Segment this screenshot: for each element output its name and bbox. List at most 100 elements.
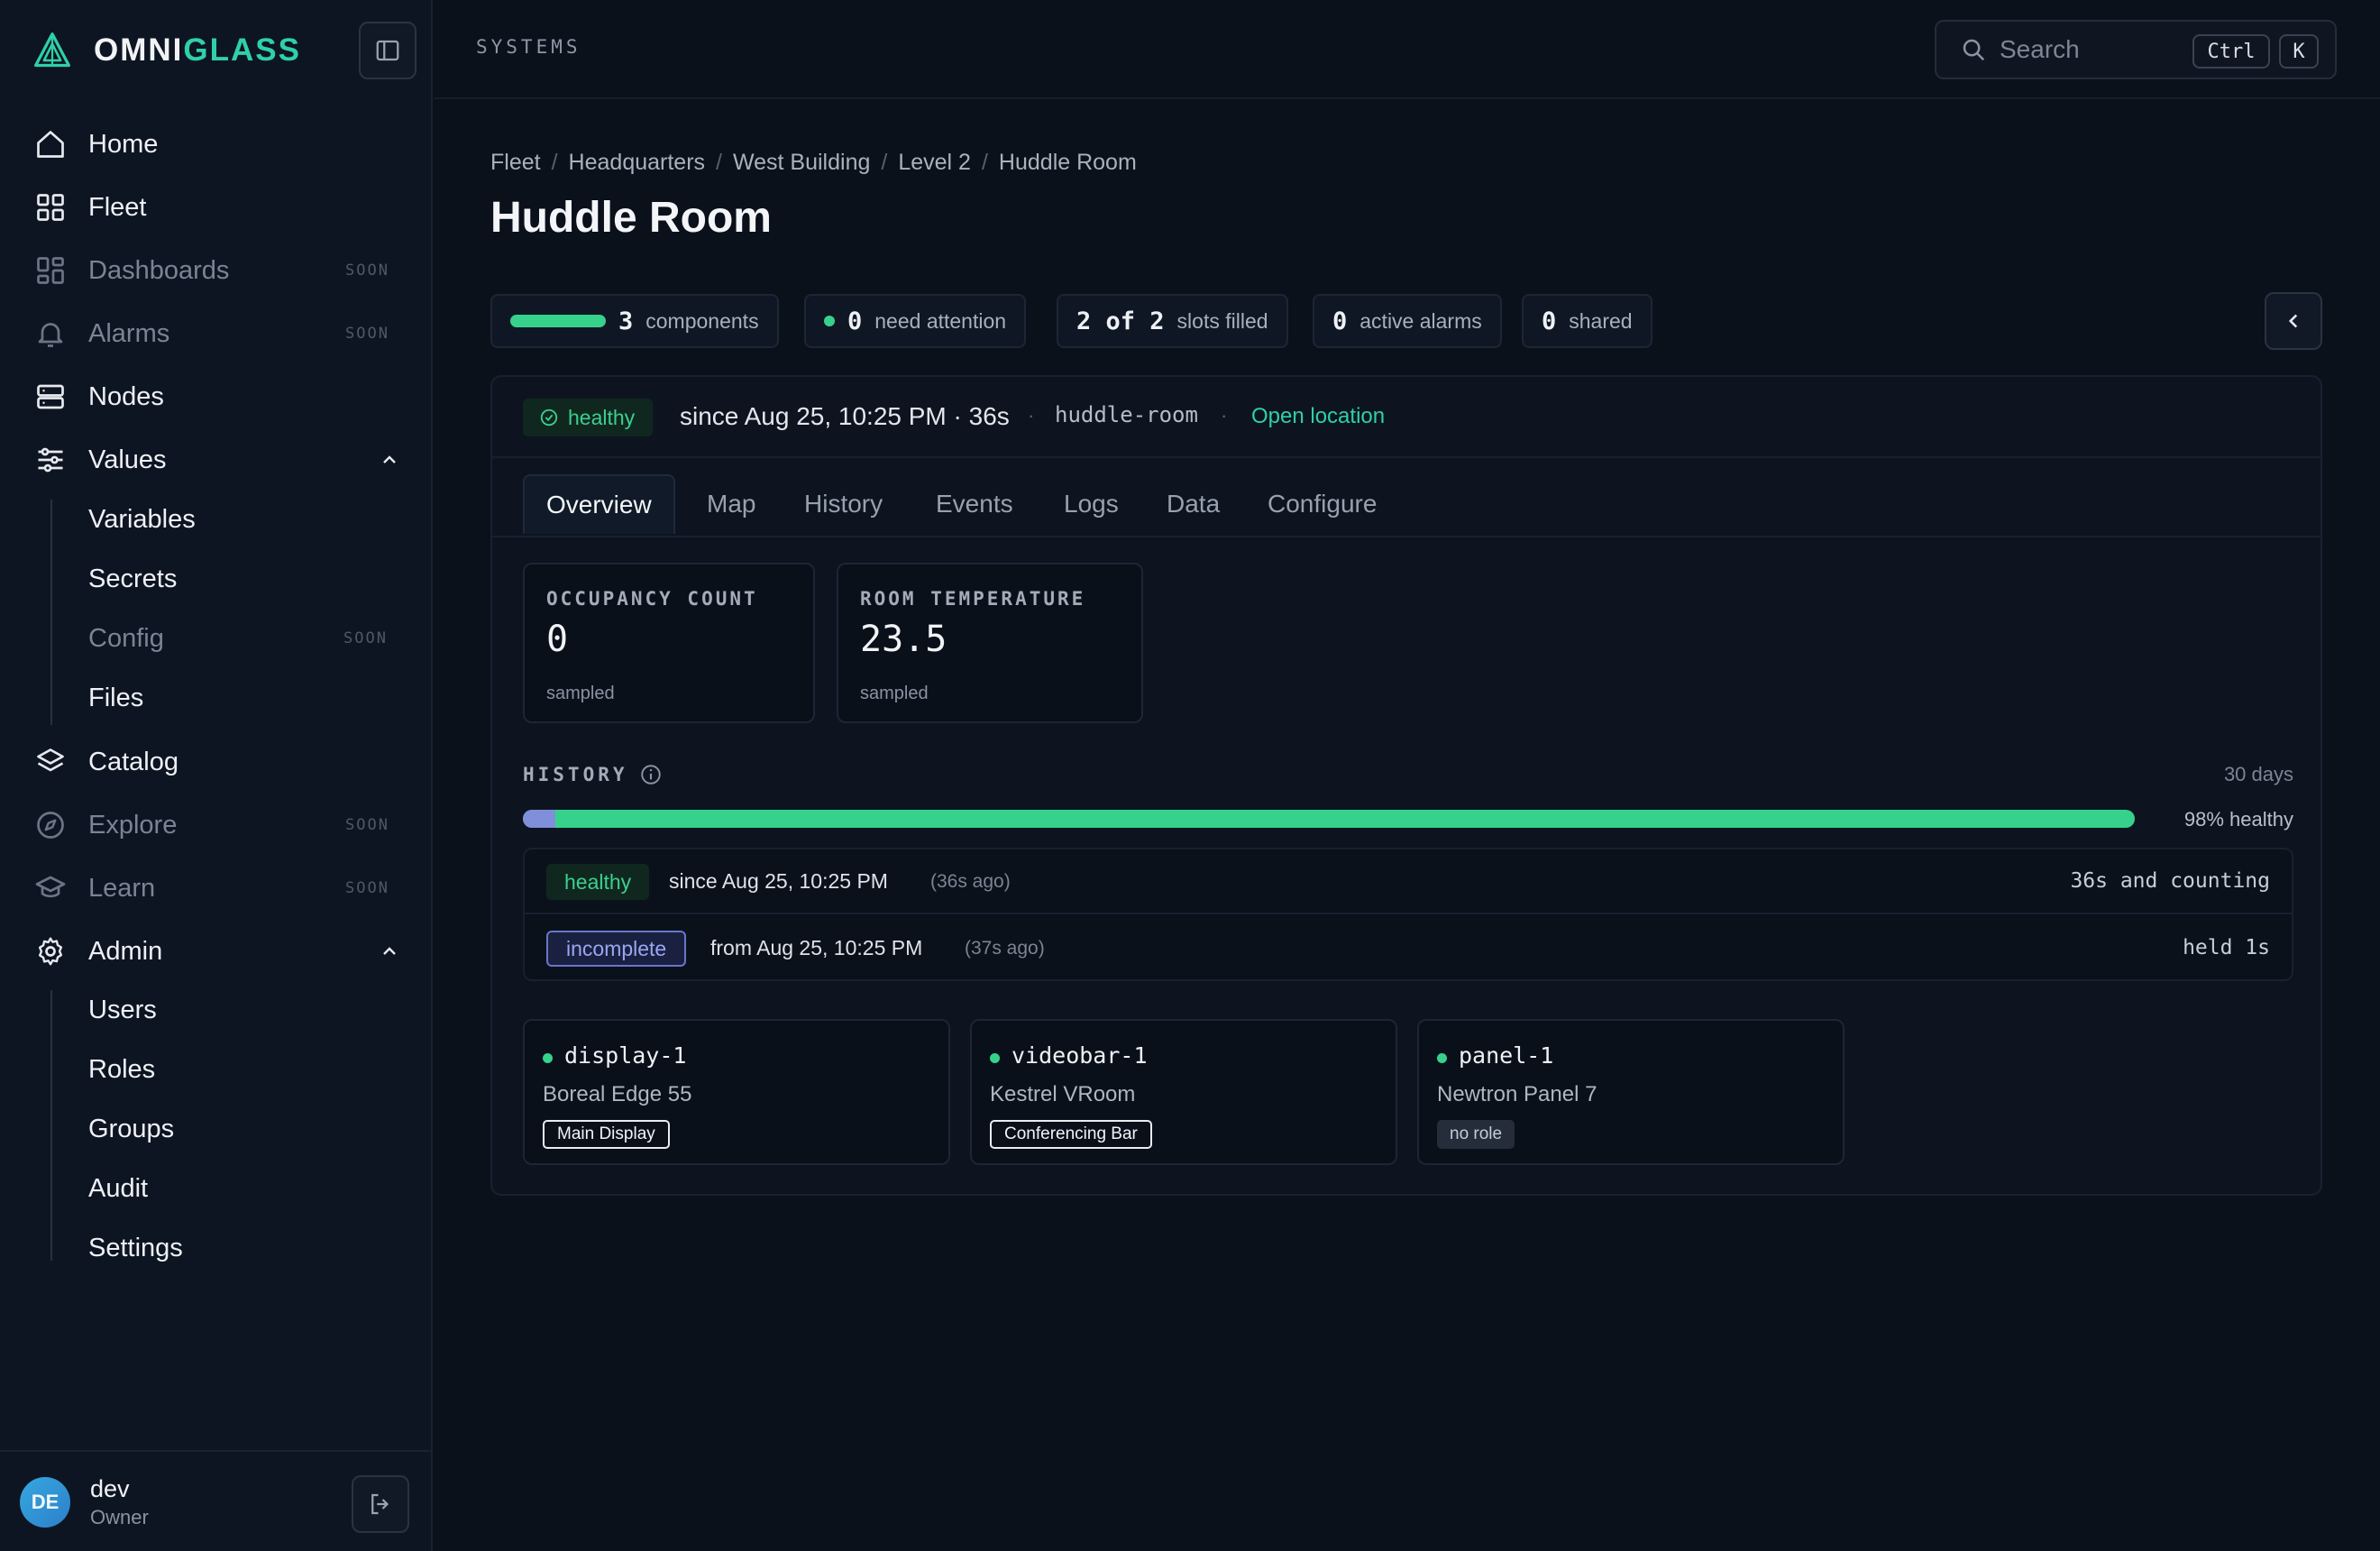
metric-sub: sampled <box>860 684 929 703</box>
sidebar-item-home[interactable]: Home <box>0 117 433 171</box>
tab-configure[interactable]: Configure <box>1268 474 1377 534</box>
metric-occupancy-count[interactable]: OCCUPANCY COUNT 0 sampled <box>523 563 815 723</box>
brand-logo[interactable]: OMNIGLASS <box>32 29 301 72</box>
sidebar-item-variables[interactable]: Variables <box>88 501 413 537</box>
sidebar-item-values[interactable]: Values <box>0 433 433 487</box>
user-name: dev <box>90 1475 130 1502</box>
sidebar-item-groups[interactable]: Groups <box>88 1111 413 1147</box>
sidebar-item-admin[interactable]: Admin <box>0 924 433 978</box>
shared-count: 0 <box>1542 307 1557 335</box>
logout-icon <box>371 1493 389 1515</box>
summary-shared: 0 shared <box>1522 294 1652 348</box>
sidebar-toggle-icon <box>376 40 399 61</box>
metric-room-temperature[interactable]: ROOM TEMPERATURE 23.5 sampled <box>837 563 1143 723</box>
avatar[interactable]: DE <box>20 1477 70 1528</box>
sidebar-item-label: Nodes <box>88 381 164 411</box>
breadcrumb-headquarters[interactable]: Headquarters <box>569 150 705 176</box>
compass-icon <box>37 812 64 839</box>
tab-logs[interactable]: Logs <box>1064 474 1119 534</box>
brand-name: OMNIGLASS <box>94 32 301 69</box>
sidebar-item-audit[interactable]: Audit <box>88 1170 413 1207</box>
timeline-row[interactable]: healthy since Aug 25, 10:25 PM (36s ago)… <box>525 849 2292 914</box>
status-dot <box>824 316 835 326</box>
metric-label: ROOM TEMPERATURE <box>860 588 1086 610</box>
sidebar-item-label: Explore <box>88 810 178 840</box>
tab-overview[interactable]: Overview <box>523 474 675 534</box>
component-name: panel-1 <box>1459 1042 1554 1069</box>
sidebar-item-catalog[interactable]: Catalog <box>0 735 433 789</box>
info-icon[interactable] <box>639 763 663 786</box>
open-location-link[interactable]: Open location <box>1251 404 1385 429</box>
history-heading: HISTORY <box>523 763 663 786</box>
state-badge-healthy: healthy <box>546 864 650 900</box>
tab-map[interactable]: Map <box>707 474 755 534</box>
sidebar-item-explore[interactable]: Explore SOON <box>0 798 433 852</box>
user-role: Owner <box>90 1506 149 1528</box>
component-card-videobar-1[interactable]: videobar-1 Kestrel VRoom Conferencing Ba… <box>970 1019 1397 1165</box>
component-name: videobar-1 <box>1012 1042 1148 1069</box>
component-model: Newtron Panel 7 <box>1437 1082 1597 1106</box>
component-card-panel-1[interactable]: panel-1 Newtron Panel 7 no role <box>1417 1019 1844 1165</box>
breadcrumb-separator: / <box>716 150 722 175</box>
breadcrumb-west-building[interactable]: West Building <box>733 150 870 176</box>
summary-attention: 0 need attention <box>804 294 1027 348</box>
summary-slots: 2 of 2 slots filled <box>1057 294 1288 348</box>
status-dot <box>1437 1053 1447 1063</box>
sliders-icon <box>38 447 63 473</box>
section-label: SYSTEMS <box>476 36 581 58</box>
search-input[interactable]: Search Ctrl K <box>1935 20 2337 79</box>
chevron-left-icon <box>2288 314 2298 328</box>
components-health-bar <box>510 315 606 327</box>
shared-label: shared <box>1569 308 1633 333</box>
breadcrumb-level-2[interactable]: Level 2 <box>898 150 971 176</box>
tab-bar: Overview Map History Events Logs Data Co… <box>492 460 2320 537</box>
history-timeline: healthy since Aug 25, 10:25 PM (36s ago)… <box>523 848 2293 981</box>
sidebar: OMNIGLASS Home Fleet Dashboards SOON Ala… <box>0 0 433 1551</box>
status-text: healthy <box>568 405 636 429</box>
brand-name-part-a: OMNI <box>94 32 184 68</box>
sidebar-item-learn[interactable]: Learn SOON <box>0 861 433 915</box>
tab-events[interactable]: Events <box>936 474 1013 534</box>
sidebar-item-settings[interactable]: Settings <box>88 1230 413 1266</box>
component-role-badge: Conferencing Bar <box>990 1120 1152 1149</box>
tab-data[interactable]: Data <box>1167 474 1220 534</box>
gear-icon <box>38 937 63 966</box>
metric-value: 0 <box>546 619 569 660</box>
component-card-display-1[interactable]: display-1 Boreal Edge 55 Main Display <box>523 1019 950 1165</box>
breadcrumb-fleet[interactable]: Fleet <box>490 150 541 176</box>
sidebar-item-fleet[interactable]: Fleet <box>0 180 433 234</box>
tab-history[interactable]: History <box>804 474 883 534</box>
breadcrumb-separator: / <box>881 150 888 175</box>
soon-badge: SOON <box>345 325 389 343</box>
brand-name-part-b: GLASS <box>183 32 301 68</box>
metric-value: 23.5 <box>860 619 947 660</box>
sidebar-item-label: Files <box>88 684 144 712</box>
soon-badge: SOON <box>345 816 389 834</box>
sidebar-item-users[interactable]: Users <box>88 992 413 1028</box>
timeline-duration: 36s and counting <box>2070 869 2270 893</box>
sidebar-item-label: Admin <box>88 936 163 966</box>
timeline-row[interactable]: incomplete from Aug 25, 10:25 PM (37s ag… <box>525 916 2292 981</box>
user-profile: DE dev Owner <box>0 1450 433 1551</box>
collapse-panel-button[interactable] <box>2265 292 2322 350</box>
sidebar-item-files[interactable]: Files <box>88 680 413 716</box>
sidebar-item-dashboards[interactable]: Dashboards SOON <box>0 243 433 298</box>
sidebar-item-alarms[interactable]: Alarms SOON <box>0 307 433 361</box>
metric-sub: sampled <box>546 684 615 703</box>
sidebar-item-nodes[interactable]: Nodes <box>0 370 433 424</box>
sidebar-item-secrets[interactable]: Secrets <box>88 561 413 597</box>
sidebar-item-label: Groups <box>88 1115 175 1143</box>
sidebar-item-config[interactable]: Config SOON <box>88 620 413 656</box>
summary-components: 3 components <box>490 294 779 348</box>
graduation-cap-icon <box>35 876 66 898</box>
component-role-badge: no role <box>1437 1120 1515 1149</box>
sidebar-item-label: Alarms <box>88 318 170 348</box>
logout-button[interactable] <box>352 1475 409 1533</box>
status-row: healthy since Aug 25, 10:25 PM · 36s · h… <box>492 377 2320 458</box>
sidebar-item-label: Fleet <box>88 192 147 222</box>
bell-icon <box>38 323 63 347</box>
collapse-sidebar-button[interactable] <box>359 22 416 79</box>
history-label: HISTORY <box>523 764 628 785</box>
kbd-k: K <box>2279 34 2319 69</box>
sidebar-item-roles[interactable]: Roles <box>88 1051 413 1088</box>
